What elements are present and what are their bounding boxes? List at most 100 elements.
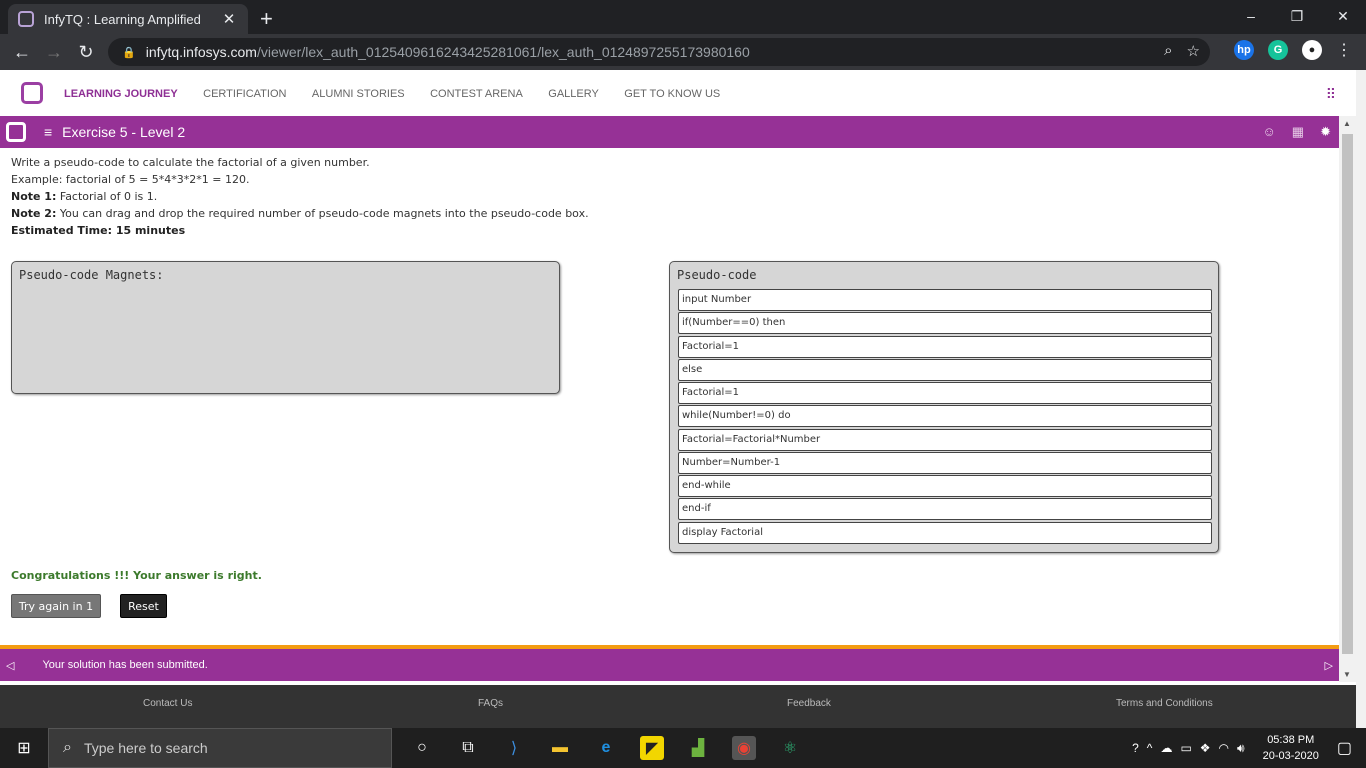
infytq-logo[interactable] (21, 82, 43, 104)
site-header: LEARNING JOURNEY CERTIFICATION ALUMNI ST… (0, 70, 1356, 116)
infytq-favicon-icon (18, 11, 34, 27)
note-2: Note 2: You can drag and drop the requir… (11, 207, 589, 220)
notifications-icon[interactable]: ▢ (1337, 738, 1352, 758)
forward-icon[interactable]: → (38, 42, 70, 63)
previous-arrow-icon[interactable]: ◁ (6, 659, 14, 672)
pseudo-code-panel[interactable]: Pseudo-code input Number if(Number==0) t… (669, 261, 1219, 553)
task-view-icon[interactable]: ⧉ (456, 736, 480, 760)
clock-time: 05:38 PM (1267, 734, 1315, 746)
show-hidden-icons[interactable]: ^ (1147, 741, 1153, 755)
taskbar-clock[interactable]: 05:38 PM 20-03-2020 (1263, 732, 1319, 764)
reload-icon[interactable]: ↻ (70, 42, 102, 63)
cortana-icon[interactable]: ○ (410, 736, 434, 760)
onedrive-icon[interactable]: ☁ (1160, 741, 1172, 755)
try-again-button[interactable]: Try again in 1 (11, 594, 101, 618)
pseudo-panel-title: Pseudo-code (677, 268, 757, 282)
edge-icon[interactable]: e (594, 736, 618, 760)
scroll-thumb[interactable] (1342, 134, 1353, 654)
browser-menu-icon[interactable]: ⋮ (1336, 40, 1352, 60)
tab-title: InfyTQ : Learning Amplified (44, 11, 201, 27)
pseudo-code-line[interactable]: Factorial=1 (678, 335, 1212, 358)
nav-gallery[interactable]: GALLERY (548, 88, 599, 100)
chart-app-icon[interactable]: ▟ (686, 736, 710, 760)
extension-icons: hp G ● ⋮ (1234, 40, 1352, 60)
scroll-up-icon[interactable]: ▲ (1343, 119, 1351, 128)
vscode-icon[interactable]: ⟩ (502, 736, 526, 760)
restore-button[interactable]: ❐ (1274, 0, 1320, 32)
tab-close-icon[interactable]: ✕ (220, 10, 238, 28)
address-bar[interactable]: 🔒 infytq.infosys.com /viewer/lex_auth_01… (108, 38, 1210, 66)
windows-start-icon[interactable]: ⊞ (0, 728, 48, 768)
pseudo-code-line[interactable]: Number=Number-1 (678, 451, 1212, 474)
chrome-icon[interactable]: ◉ (732, 736, 756, 760)
exercise-instructions: Write a pseudo-code to calculate the fac… (11, 154, 589, 239)
window-controls: – ❐ ✕ (1228, 0, 1366, 32)
pseudo-code-line[interactable]: Factorial=1 (678, 382, 1212, 404)
pseudo-code-line[interactable]: Factorial=Factorial*Number (678, 428, 1212, 451)
file-explorer-icon[interactable]: ▬ (548, 736, 572, 760)
browser-navbar: ← → ↻ 🔒 infytq.infosys.com /viewer/lex_a… (0, 34, 1366, 70)
footer-feedback[interactable]: Feedback (787, 698, 831, 709)
pseudo-code-line[interactable]: if(Number==0) then (678, 312, 1212, 335)
new-tab-button[interactable]: + (260, 6, 273, 32)
lock-icon: 🔒 (122, 46, 136, 59)
footer-terms[interactable]: Terms and Conditions (1116, 698, 1213, 709)
pseudo-code-line[interactable]: input Number (678, 289, 1212, 311)
zoom-icon[interactable]: ⌕ (1164, 42, 1172, 60)
calendar-icon[interactable]: ▦ (1292, 124, 1304, 140)
taskbar-search[interactable]: ⌕ Type here to search (48, 728, 392, 768)
smiley-icon[interactable]: ☺ (1263, 124, 1276, 140)
close-window-button[interactable]: ✕ (1320, 0, 1366, 32)
pseudo-code-line[interactable]: else (678, 358, 1212, 381)
infytq-logo-white (6, 122, 26, 142)
exercise-example: Example: factorial of 5 = 5*4*3*2*1 = 12… (11, 173, 250, 186)
pseudo-code-line[interactable]: end-if (678, 498, 1212, 521)
settings-gear-icon[interactable]: ✹ (1320, 124, 1331, 140)
browser-tabstrip: InfyTQ : Learning Amplified ✕ + – ❐ ✕ (0, 0, 1366, 34)
exercise-header-bar: ≡ Exercise 5 - Level 2 ☺ ▦ ✹ (0, 116, 1339, 148)
pseudo-code-lines: input Number if(Number==0) then Factoria… (678, 289, 1212, 545)
footer-contact-us[interactable]: Contact Us (143, 698, 192, 709)
pseudo-code-line[interactable]: end-while (678, 475, 1212, 497)
system-tray: ? ^ ☁ ▭ ❖ ◠ 🔊︎ 05:38 PM 20-03-2020 ▢ (1132, 728, 1366, 768)
pseudo-code-line[interactable]: display Factorial (678, 521, 1212, 544)
page-scrollbar[interactable]: ▲ ▼ (1339, 116, 1356, 682)
clock-date: 20-03-2020 (1262, 750, 1319, 762)
url-host: infytq.infosys.com (145, 44, 257, 60)
exercise-title: Exercise 5 - Level 2 (62, 124, 186, 140)
outer-scrollbar[interactable] (1356, 70, 1366, 728)
volume-icon[interactable]: 🔊︎ (1237, 741, 1245, 756)
help-icon[interactable]: ? (1132, 741, 1139, 755)
grammarly-icon[interactable]: G (1268, 40, 1288, 60)
wifi-icon[interactable]: ◠ (1219, 741, 1229, 755)
sticky-notes-icon[interactable]: ◤ (640, 736, 664, 760)
reset-button[interactable]: Reset (120, 594, 167, 618)
hp-extension-icon[interactable]: hp (1234, 40, 1254, 60)
footer-faqs[interactable]: FAQs (478, 698, 503, 709)
apps-grid-icon[interactable]: ⠿ (1326, 86, 1336, 103)
browser-tab[interactable]: InfyTQ : Learning Amplified ✕ (8, 4, 248, 34)
dropbox-icon[interactable]: ❖ (1200, 741, 1211, 755)
minimize-button[interactable]: – (1228, 0, 1274, 32)
next-arrow-icon[interactable]: ▷ (1325, 659, 1333, 672)
exercise-prompt: Write a pseudo-code to calculate the fac… (11, 156, 370, 169)
profile-avatar-icon[interactable]: ● (1302, 40, 1322, 60)
scroll-down-icon[interactable]: ▼ (1343, 670, 1351, 679)
nav-contest-arena[interactable]: CONTEST ARENA (430, 88, 523, 100)
main-nav: LEARNING JOURNEY CERTIFICATION ALUMNI ST… (64, 84, 741, 102)
search-icon: ⌕ (63, 739, 72, 756)
windows-taskbar: ⊞ ⌕ Type here to search ○ ⧉ ⟩ ▬ e ◤ ▟ ◉ … (0, 728, 1366, 768)
atom-icon[interactable]: ⚛ (778, 736, 802, 760)
submission-status-bar: ◁ Your solution has been submitted. ▷ (0, 649, 1339, 681)
pseudo-code-line[interactable]: while(Number!=0) do (678, 405, 1212, 428)
nav-certification[interactable]: CERTIFICATION (203, 88, 286, 100)
back-icon[interactable]: ← (6, 42, 38, 63)
nav-learning-journey[interactable]: LEARNING JOURNEY (64, 88, 178, 100)
nav-get-to-know-us[interactable]: GET TO KNOW US (624, 88, 720, 100)
hamburger-menu-icon[interactable]: ≡ (44, 124, 52, 140)
bookmark-star-icon[interactable]: ☆ (1187, 42, 1200, 60)
magnets-panel-title: Pseudo-code Magnets: (19, 268, 164, 282)
nav-alumni-stories[interactable]: ALUMNI STORIES (312, 88, 405, 100)
pseudo-code-magnets-panel[interactable]: Pseudo-code Magnets: (11, 261, 560, 394)
battery-icon[interactable]: ▭ (1180, 741, 1191, 755)
